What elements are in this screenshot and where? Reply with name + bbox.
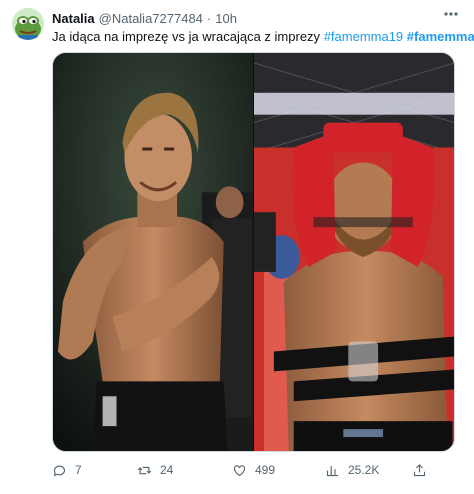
share-icon <box>413 463 426 476</box>
timestamp[interactable]: 10h <box>215 11 237 26</box>
reply-button[interactable]: 7 <box>52 460 82 480</box>
views-button[interactable]: 25.2K <box>325 460 379 480</box>
like-count: 499 <box>255 463 276 477</box>
fighter-on-stretcher-image <box>253 53 454 451</box>
tweet-media[interactable] <box>52 52 455 452</box>
media-image-right[interactable] <box>253 53 454 451</box>
tweet-header: Natalia @Natalia7277484 · 10h <box>52 9 462 27</box>
author-handle[interactable]: @Natalia7277484 <box>99 11 203 26</box>
author-name[interactable]: Natalia <box>52 11 95 26</box>
fighter-celebrating-image <box>53 53 254 451</box>
more-options-icon[interactable] <box>442 7 460 21</box>
views-count: 25.2K <box>348 463 380 477</box>
retweet-count: 24 <box>160 463 174 477</box>
reply-count: 7 <box>75 463 82 477</box>
tweet-text: Ja idąca na imprezę vs ja wracająca z im… <box>52 29 474 45</box>
like-button[interactable]: 499 <box>232 460 275 480</box>
tweet: Natalia @Natalia7277484 · 10h Ja idąca n… <box>0 0 474 494</box>
header-separator: · <box>206 10 212 26</box>
tweet-body: Ja idąca na imprezę vs ja wracająca z im… <box>52 29 321 44</box>
retweet-button[interactable]: 24 <box>137 460 173 480</box>
hashtag-link[interactable]: #famemma <box>407 29 474 44</box>
tweet-actions: 7 24 499 25.2K <box>52 460 462 480</box>
media-image-left[interactable] <box>53 53 254 451</box>
views-icon <box>326 465 339 476</box>
avatar[interactable] <box>12 8 44 40</box>
retweet-icon <box>137 466 152 474</box>
like-icon <box>233 464 246 476</box>
pepe-frog-avatar-icon <box>12 8 44 40</box>
reply-icon <box>53 465 66 477</box>
hashtag-link[interactable]: #famemma19 <box>324 29 403 44</box>
share-button[interactable] <box>412 460 435 480</box>
